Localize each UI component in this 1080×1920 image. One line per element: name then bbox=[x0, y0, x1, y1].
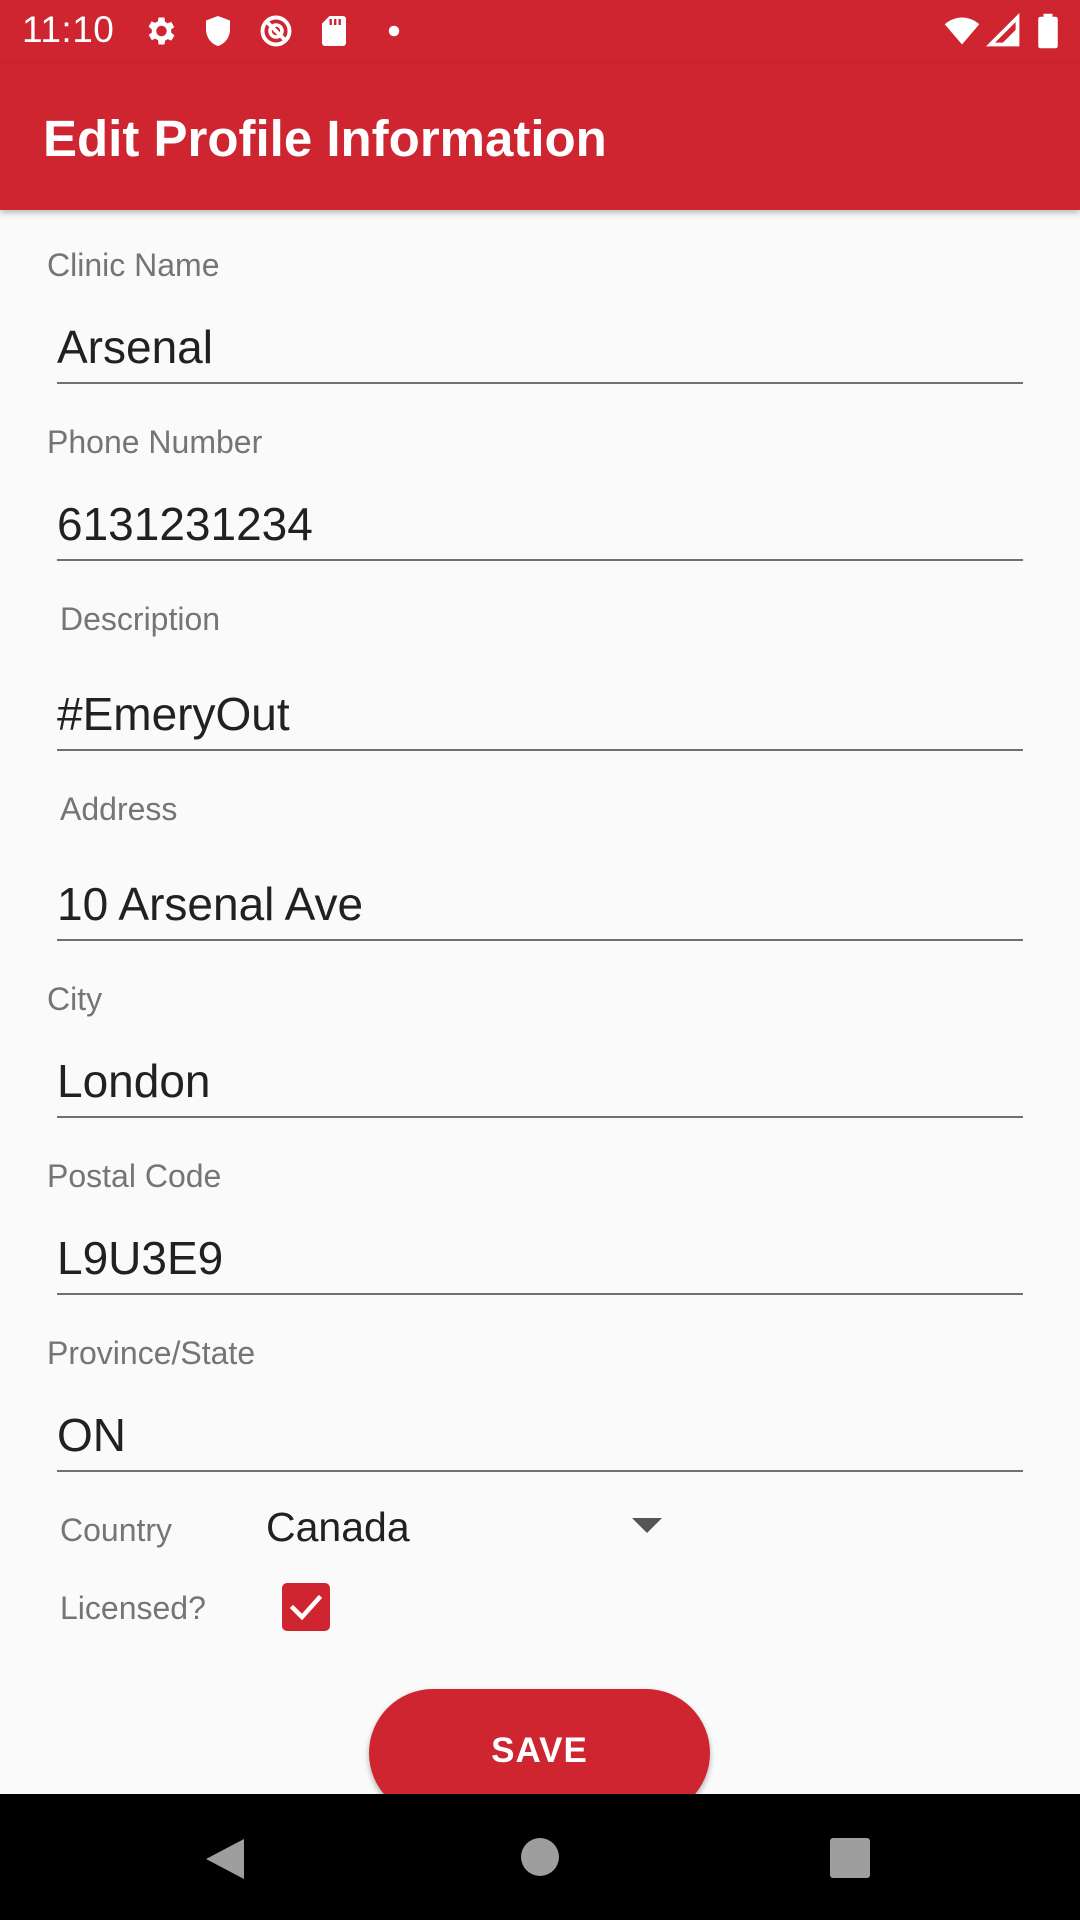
status-time: 11:10 bbox=[22, 9, 115, 50]
postal-code-label: Postal Code bbox=[47, 1158, 222, 1194]
phone-number-underline bbox=[57, 559, 1023, 561]
postal-code-underline bbox=[57, 1293, 1023, 1295]
sd-card-icon bbox=[322, 16, 346, 46]
province-state-field[interactable] bbox=[57, 1388, 1023, 1478]
app-bar: Edit Profile Information bbox=[0, 63, 1080, 210]
checkmark-icon bbox=[289, 1594, 323, 1621]
province-state-underline bbox=[57, 1470, 1023, 1472]
postal-code-value: L9U3E9 bbox=[57, 1232, 224, 1284]
city-underline bbox=[57, 1116, 1023, 1118]
no-sync-icon bbox=[260, 15, 292, 47]
recents-icon[interactable] bbox=[830, 1838, 870, 1878]
city-value: London bbox=[57, 1055, 211, 1107]
address-underline bbox=[57, 939, 1023, 941]
settings-icon bbox=[148, 17, 175, 45]
licensed-checkbox[interactable] bbox=[282, 1583, 330, 1631]
wifi-icon bbox=[944, 17, 980, 45]
description-underline bbox=[57, 749, 1023, 751]
province-state-label: Province/State bbox=[47, 1335, 256, 1371]
province-state-value: ON bbox=[57, 1409, 126, 1461]
dropdown-arrow-icon bbox=[632, 1518, 662, 1533]
country-dropdown[interactable]: Canada bbox=[262, 1490, 682, 1560]
status-bar: 11:10 bbox=[0, 0, 1080, 63]
description-label: Description bbox=[60, 601, 221, 637]
city-label: City bbox=[47, 981, 103, 1017]
clinic-name-label: Clinic Name bbox=[47, 247, 220, 283]
dot-icon bbox=[388, 25, 400, 37]
page-title: Edit Profile Information bbox=[43, 110, 607, 167]
country-label: Country bbox=[60, 1512, 173, 1548]
address-value: 10 Arsenal Ave bbox=[57, 878, 364, 930]
home-icon[interactable] bbox=[520, 1837, 560, 1877]
battery-icon bbox=[1038, 13, 1058, 49]
country-selected-value: Canada bbox=[266, 1504, 410, 1550]
description-value: #EmeryOut bbox=[57, 688, 290, 740]
signal-icon bbox=[986, 13, 1020, 47]
back-icon[interactable] bbox=[204, 1837, 246, 1881]
licensed-label: Licensed? bbox=[60, 1590, 206, 1626]
phone-number-label: Phone Number bbox=[47, 424, 263, 460]
phone-number-value: 6131231234 bbox=[57, 498, 313, 550]
clinic-name-value: Arsenal bbox=[57, 321, 213, 373]
navigation-bar bbox=[0, 1794, 1080, 1920]
address-label: Address bbox=[60, 791, 178, 827]
clinic-name-underline bbox=[57, 382, 1023, 384]
shield-icon bbox=[206, 16, 230, 46]
